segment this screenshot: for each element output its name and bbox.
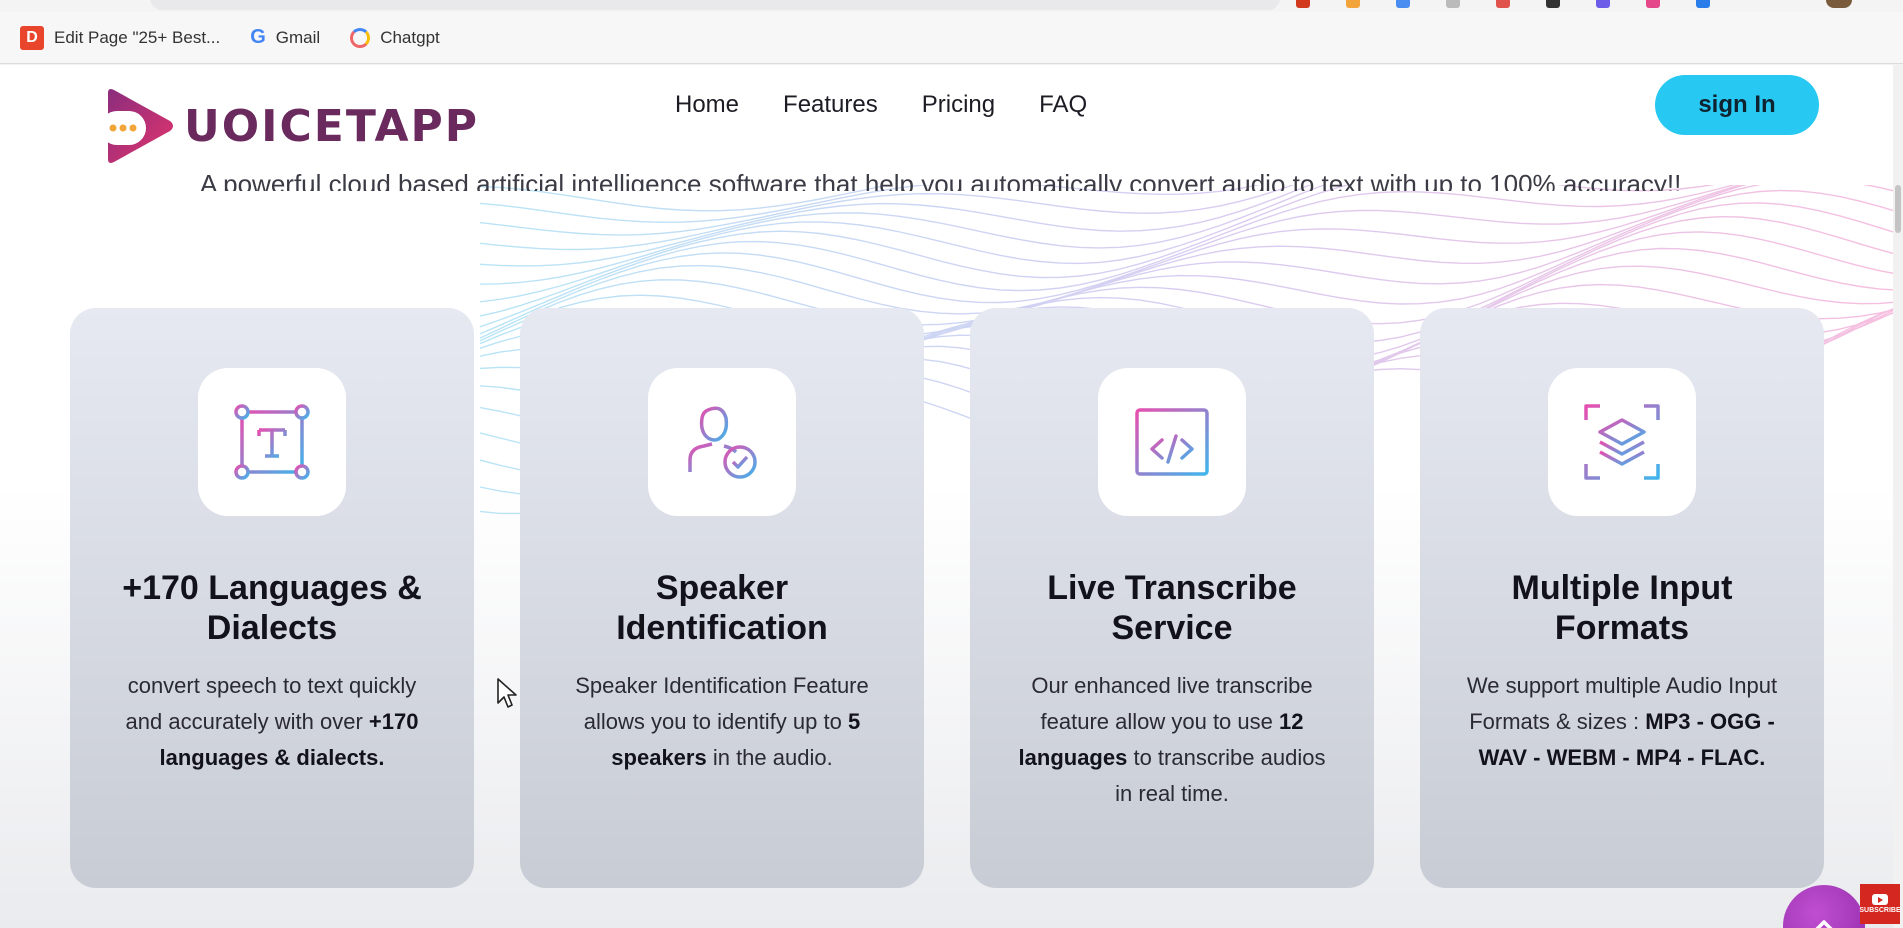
nav-features[interactable]: Features [783, 91, 878, 119]
feature-title: Multiple Input Formats [1511, 569, 1733, 647]
feature-card-speaker: Speaker Identification Speaker Identifica… [520, 308, 924, 888]
feature-title: +170 Languages & Dialects [122, 569, 422, 647]
logo-text: UOICETAPP [184, 100, 479, 152]
browser-top-strip [0, 0, 1903, 12]
extension-icon[interactable] [1346, 0, 1360, 8]
bookmark-label: Gmail [275, 27, 321, 47]
chatgpt-favicon-icon [350, 27, 371, 48]
hero-subtitle: A powerful cloud based artificial intell… [200, 173, 1682, 191]
feature-description: Speaker Identification Feature allows yo… [575, 673, 869, 770]
main-nav: Home Features Pricing FAQ [675, 91, 1087, 119]
d-favicon-icon: D [20, 25, 44, 50]
bookmark-label: Edit Page "25+ Best... [54, 27, 221, 47]
feature-card-languages: +170 Languages & Dialects convert speech … [70, 308, 474, 888]
extension-icon[interactable] [1496, 0, 1510, 8]
extension-icon[interactable] [1646, 0, 1660, 8]
profile-avatar[interactable] [1826, 0, 1852, 8]
feature-description: We support multiple Audio Input Formats … [1466, 673, 1778, 770]
extension-icon[interactable] [1296, 0, 1310, 8]
chevron-up-icon [1815, 920, 1833, 928]
extension-icon[interactable] [1596, 0, 1610, 8]
nav-pricing[interactable]: Pricing [922, 91, 995, 119]
feature-description: convert speech to text quickly and accur… [125, 673, 419, 770]
mouse-cursor-icon [497, 678, 517, 708]
bookmark-gmail[interactable]: G Gmail [250, 26, 320, 49]
page-scrollbar[interactable] [1893, 65, 1903, 928]
feature-title: Live Transcribe Service [1047, 569, 1297, 647]
nav-faq[interactable]: FAQ [1039, 91, 1087, 119]
feature-title: Speaker Identification [616, 569, 828, 647]
extension-icon[interactable] [1396, 0, 1410, 8]
feature-icon-box [1098, 368, 1246, 516]
bookmark-chatgpt[interactable]: Chatgpt [350, 27, 440, 48]
text-frame-icon [234, 404, 310, 480]
extension-icon[interactable] [1696, 0, 1710, 8]
site-header: UOICETAPP Home Features Pricing FAQ sign… [0, 65, 1900, 185]
layers-scan-icon [1584, 404, 1660, 480]
user-check-icon [688, 406, 757, 479]
feature-icon-box [648, 368, 796, 516]
page-viewport: UOICETAPP Home Features Pricing FAQ sign… [0, 65, 1900, 928]
bookmark-label: Chatgpt [380, 27, 440, 47]
extension-icon[interactable] [1446, 0, 1460, 8]
address-bar[interactable] [150, 0, 1280, 10]
scrollbar-thumb[interactable] [1895, 185, 1901, 233]
feature-icon-box [1548, 368, 1696, 516]
feature-card-input-formats: Multiple Input Formats We support multipl… [1420, 308, 1824, 888]
feature-description: Our enhanced live transcribe feature all… [1018, 673, 1326, 806]
chat-play-logo-icon [100, 89, 173, 163]
youtube-play-icon [1872, 894, 1888, 905]
sign-in-button[interactable]: sign In [1655, 75, 1819, 135]
feature-icon-box [198, 368, 346, 516]
feature-card-live-transcribe: Live Transcribe Service Our enhanced live… [970, 308, 1374, 888]
bookmark-edit-page[interactable]: D Edit Page "25+ Best... [20, 25, 221, 50]
bookmarks-bar: D Edit Page "25+ Best... G Gmail Chatgpt [0, 12, 1903, 64]
subscribe-label: SUBSCRIBE [1859, 907, 1901, 914]
nav-home[interactable]: Home [675, 91, 739, 119]
google-favicon-icon: G [250, 26, 266, 48]
site-logo[interactable]: UOICETAPP [100, 87, 479, 165]
youtube-subscribe-badge[interactable]: SUBSCRIBE [1859, 884, 1901, 924]
code-window-icon [1135, 408, 1209, 476]
extension-icon[interactable] [1546, 0, 1560, 8]
